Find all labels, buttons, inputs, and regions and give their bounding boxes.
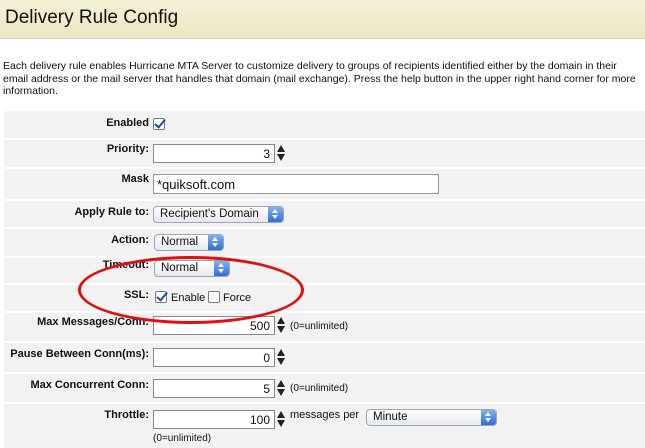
apply-rule-label: Apply Rule to: xyxy=(74,206,149,218)
timeout-select[interactable]: Normal xyxy=(154,260,230,277)
row-mask: Mask *quiksoft.com xyxy=(4,169,645,199)
max-concurrent-stepper[interactable] xyxy=(277,379,286,398)
row-max-messages: Max Messages/Conn: 500 (0=unlimited) xyxy=(4,313,645,341)
throttle-period-select[interactable]: Minute xyxy=(366,409,497,426)
pause-between-label: Pause Between Conn(ms): xyxy=(10,348,149,360)
row-enabled: Enabled xyxy=(4,111,645,138)
row-action: Action: Normal xyxy=(4,229,645,256)
max-concurrent-input[interactable]: 5 xyxy=(153,379,275,398)
row-max-concurrent: Max Concurrent Conn: 5 (0=unlimited) xyxy=(4,374,645,402)
max-messages-hint: (0=unlimited) xyxy=(290,321,349,332)
chevron-updown-icon xyxy=(208,235,223,250)
title-bar: Delivery Rule Config xyxy=(0,0,645,39)
throttle-period-value: Minute xyxy=(373,411,408,423)
throttle-input[interactable]: 100 xyxy=(153,410,275,429)
throttle-label: Throttle: xyxy=(104,409,149,421)
apply-rule-value: Recipient's Domain xyxy=(160,208,259,220)
priority-label: Priority: xyxy=(106,143,149,155)
action-value: Normal xyxy=(161,236,199,248)
chevron-updown-icon xyxy=(481,410,496,425)
priority-input[interactable]: 3 xyxy=(153,144,275,163)
chevron-updown-icon xyxy=(214,261,229,276)
timeout-label: Timeout: xyxy=(102,259,149,271)
max-messages-input[interactable]: 500 xyxy=(153,316,275,335)
ssl-label: SSL: xyxy=(123,289,149,301)
ssl-enable-checkbox[interactable] xyxy=(155,291,167,303)
row-apply-rule: Apply Rule to: Recipient's Domain xyxy=(4,201,645,227)
ssl-enable-label: Enable xyxy=(171,292,206,304)
ssl-force-label: Force xyxy=(223,292,252,304)
row-throttle: Throttle: 100 messages per Minute (0=unl… xyxy=(4,404,645,448)
page-title: Delivery Rule Config xyxy=(5,7,179,28)
throttle-hint: (0=unlimited) xyxy=(153,433,212,444)
enabled-checkbox[interactable] xyxy=(153,118,165,130)
action-select[interactable]: Normal xyxy=(154,234,224,251)
max-messages-stepper[interactable] xyxy=(277,316,286,335)
apply-rule-select[interactable]: Recipient's Domain xyxy=(153,206,284,223)
pause-between-stepper[interactable] xyxy=(277,348,286,367)
pause-between-input[interactable]: 0 xyxy=(153,348,275,367)
enabled-label: Enabled xyxy=(106,117,149,129)
max-concurrent-hint: (0=unlimited) xyxy=(290,383,349,394)
row-timeout: Timeout: Normal xyxy=(4,258,645,283)
description-text: Each delivery rule enables Hurricane MTA… xyxy=(3,60,636,97)
throttle-stepper[interactable] xyxy=(277,410,286,429)
chevron-updown-icon xyxy=(268,207,283,222)
max-messages-label: Max Messages/Conn: xyxy=(37,316,149,328)
timeout-value: Normal xyxy=(161,262,199,274)
throttle-unit-label: messages per xyxy=(290,409,360,421)
action-label: Action: xyxy=(111,234,149,246)
ssl-force-checkbox[interactable] xyxy=(208,291,220,303)
priority-stepper[interactable] xyxy=(277,144,286,163)
mask-label: Mask xyxy=(121,173,149,185)
row-ssl: SSL: Enable Force xyxy=(4,285,645,311)
row-pause-between: Pause Between Conn(ms): 0 xyxy=(4,343,645,372)
mask-input[interactable]: *quiksoft.com xyxy=(153,174,439,194)
max-concurrent-label: Max Concurrent Conn: xyxy=(30,379,149,391)
row-priority: Priority: 3 xyxy=(4,140,645,167)
